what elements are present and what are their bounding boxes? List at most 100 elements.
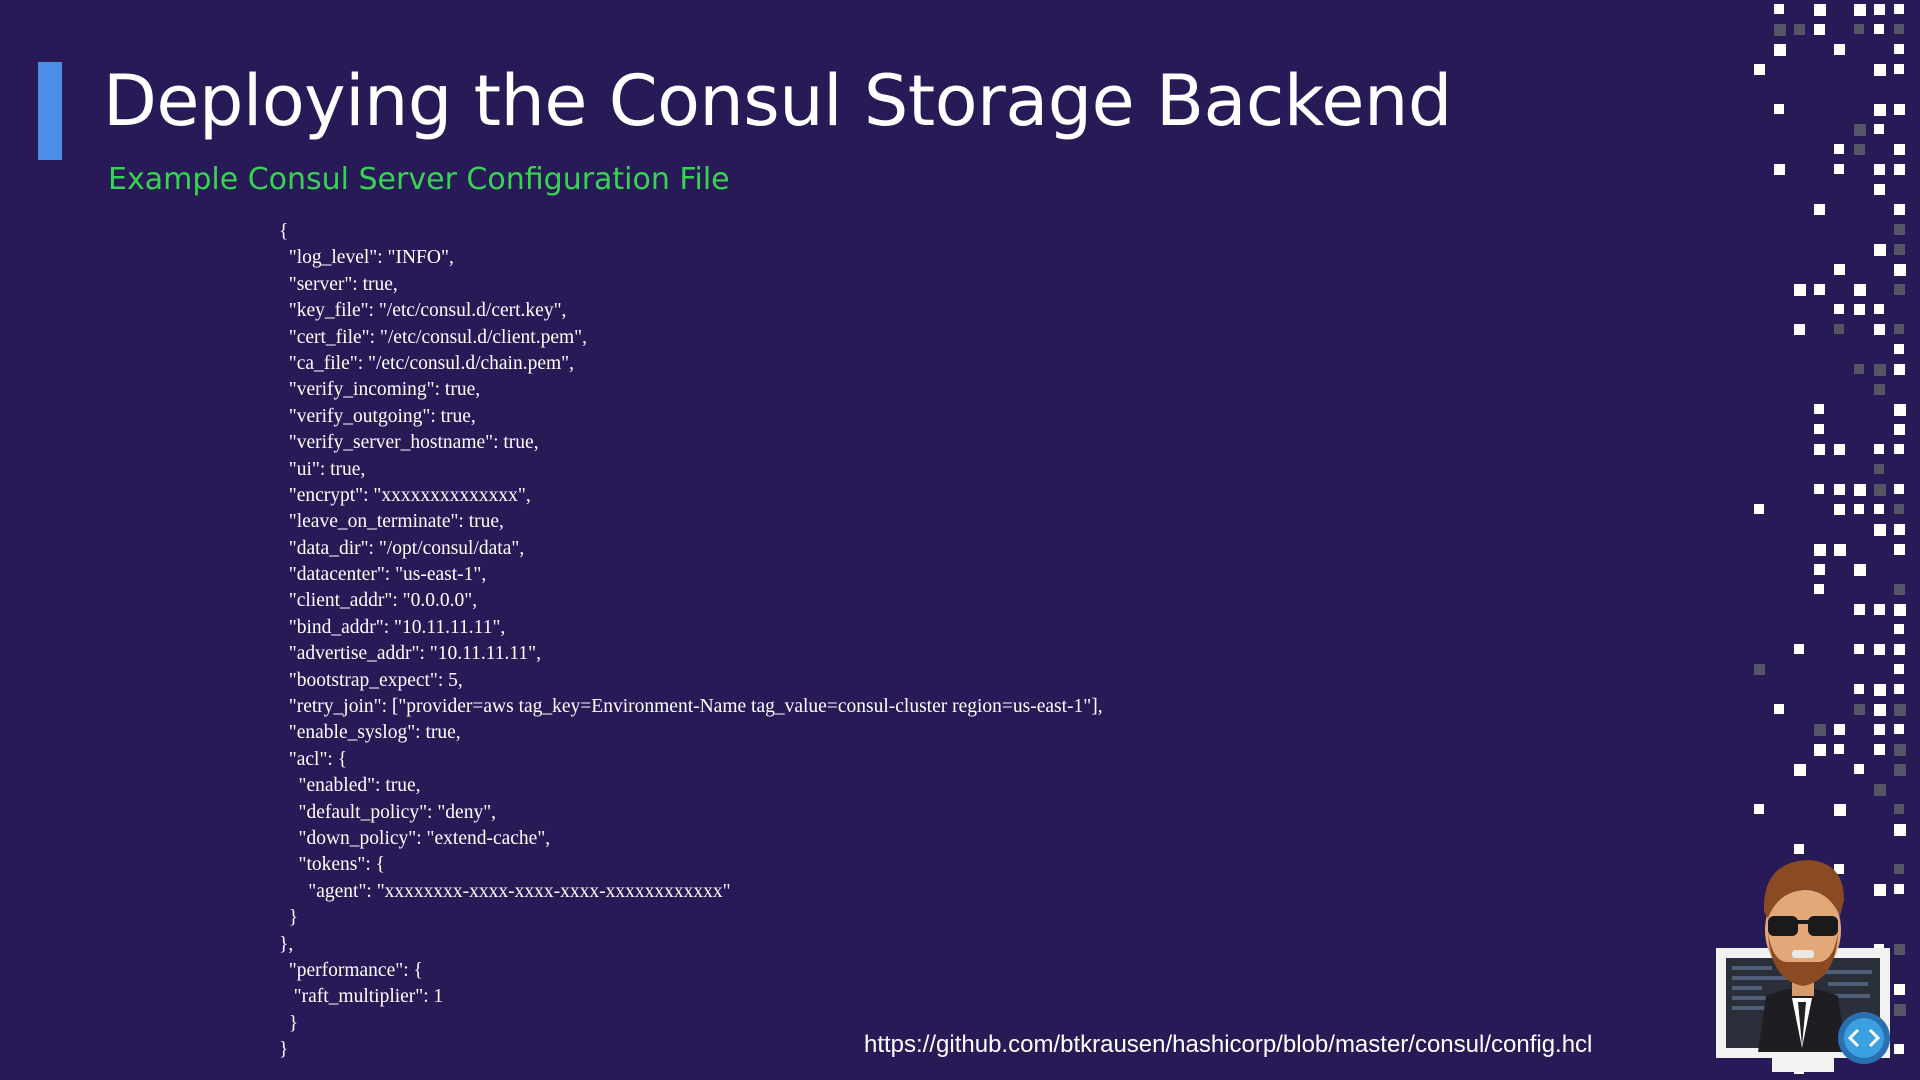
pixel-square [1894,624,1904,634]
pixel-square [1874,504,1884,514]
config-code-block: { "log_level": "INFO", "server": true, "… [279,219,1103,1064]
pixel-square [1874,444,1884,454]
pixel-square [1874,744,1885,755]
pixel-square [1754,664,1765,675]
code-line: } [279,907,299,929]
pixel-square [1814,444,1825,455]
pixel-square [1814,24,1825,35]
code-line: "encrypt": "xxxxxxxxxxxxxx", [279,484,531,506]
pixel-square [1774,44,1786,56]
pixel-square [1854,604,1865,615]
pixel-square [1754,504,1764,514]
code-line: "bind_addr": "10.11.11.11", [279,616,506,638]
pixel-square [1854,644,1864,654]
code-line: "ca_file": "/etc/consul.d/chain.pem", [279,352,574,374]
pixel-square [1874,24,1884,34]
pixel-square [1874,484,1886,496]
pixel-square [1874,784,1886,796]
pixel-square [1834,724,1845,735]
code-line: "enable_syslog": true, [279,722,461,744]
pixel-square [1754,64,1765,75]
pixel-square [1894,44,1904,54]
source-url-link[interactable]: https://github.com/btkrausen/hashicorp/b… [864,1030,1592,1060]
pixel-square [1794,324,1805,335]
pixel-square [1854,484,1866,496]
pixel-square [1814,204,1825,215]
pixel-square [1814,484,1824,494]
pixel-square [1894,144,1905,155]
pixel-square [1854,24,1864,34]
pixel-square [1854,704,1865,715]
pixel-square [1814,544,1826,556]
pixel-square [1894,4,1904,14]
code-line: "leave_on_terminate": true, [279,511,504,533]
pixel-square [1854,764,1864,774]
pixel-square [1834,164,1844,174]
code-line: }, [279,933,294,955]
pixel-square [1814,584,1824,594]
pixel-square [1854,304,1865,315]
code-line: "bootstrap_expect": 5, [279,669,463,691]
pixel-square [1774,704,1784,714]
pixel-square [1814,424,1824,434]
pixel-square [1874,644,1885,655]
pixel-square [1854,144,1865,155]
code-line: "verify_incoming": true, [279,379,481,401]
pixel-square [1894,224,1905,235]
pixel-square [1894,284,1905,295]
code-line: "data_dir": "/opt/consul/data", [279,537,525,559]
pixel-square [1834,304,1844,314]
code-line: "key_file": "/etc/consul.d/cert.key", [279,300,567,322]
code-line: "server": true, [279,273,398,295]
pixel-square [1894,164,1905,175]
slide-title: Deploying the Consul Storage Backend [103,60,1452,142]
code-line: "client_addr": "0.0.0.0", [279,590,478,612]
pixel-square [1834,324,1844,334]
pixel-square [1874,524,1886,536]
pixel-square [1894,404,1906,416]
pixel-square [1834,264,1845,275]
pixel-square [1814,4,1826,16]
pixel-square [1894,204,1905,215]
pixel-square [1874,704,1886,716]
pixel-square [1834,544,1846,556]
pixel-square [1874,464,1884,474]
pixel-square [1794,284,1806,296]
code-line: "enabled": true, [279,775,421,797]
pixel-square [1834,444,1845,455]
pixel-square [1834,44,1845,55]
code-line: "ui": true, [279,458,366,480]
pixel-square [1874,184,1885,195]
pixel-square [1894,104,1905,115]
code-line: { [279,221,289,242]
pixel-square [1894,324,1904,334]
pixel-square [1794,644,1804,654]
pixel-square [1874,364,1886,376]
pixel-square [1854,504,1864,514]
pixel-square [1894,244,1905,255]
pixel-square [1894,364,1905,375]
pixel-square [1814,284,1825,295]
pixel-square [1894,444,1904,454]
code-line: "verify_outgoing": true, [279,405,476,427]
pixel-square [1834,744,1844,754]
pixel-square [1774,164,1785,175]
code-line: "tokens": { [279,854,385,876]
pixel-square [1874,104,1886,116]
code-line: "agent": "xxxxxxxx-xxxx-xxxx-xxxx-xxxxxx… [279,880,731,902]
pixel-square [1894,344,1904,354]
pixel-square [1774,104,1784,114]
pixel-square [1854,684,1864,694]
pixel-square [1894,684,1904,694]
pixel-square [1874,4,1885,15]
pixel-square [1894,484,1904,494]
pixel-square [1874,604,1885,615]
pixel-square [1894,24,1904,34]
code-line: "log_level": "INFO", [279,247,454,269]
code-line: "advertise_addr": "10.11.11.11", [279,643,541,665]
pixel-square [1894,424,1905,435]
code-line: "retry_join": ["provider=aws tag_key=Env… [279,696,1103,718]
pixel-square [1874,124,1884,134]
pixel-square [1834,144,1844,154]
code-line: "acl": { [279,748,348,770]
